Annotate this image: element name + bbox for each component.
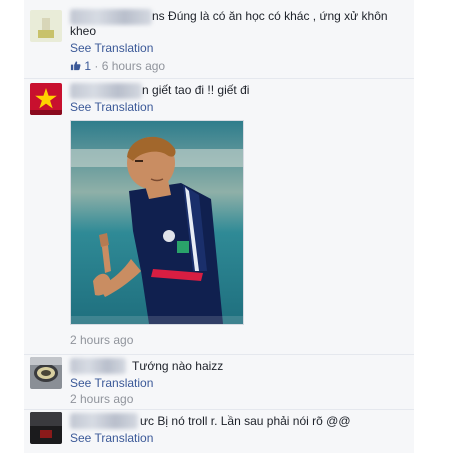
see-translation-link[interactable]: See Translation (70, 41, 153, 56)
comment-thread: ns Đúng là có ăn học có khác , ứng xử kh… (0, 0, 450, 453)
author-name-suffix[interactable]: ưc (140, 414, 154, 428)
timestamp: · 6 hours ago (94, 59, 166, 73)
comment-3: Tướng nào haizz See Translation 2 hours … (24, 355, 414, 410)
like-count[interactable]: 1 (84, 59, 91, 73)
comment-text-line2: kheo (70, 24, 97, 38)
thumbs-up-icon[interactable] (70, 59, 84, 73)
avatar[interactable] (30, 10, 62, 42)
comment-2: n giết tao đi !! giết đi See Translation (24, 79, 414, 355)
comment-text: n giết tao đi !! giết đi (142, 83, 250, 97)
comment-text: Tướng nào haizz (132, 359, 224, 373)
avatar[interactable] (30, 412, 62, 444)
comment-text: ns Đúng là có ăn học có khác , ứng xử kh… (152, 9, 388, 23)
comment-text: ưc Bị nó troll r. Lần sau phải nói rõ @@ (140, 414, 351, 428)
comment-1: ns Đúng là có ăn học có khác , ứng xử kh… (24, 0, 414, 79)
timestamp: 2 hours ago (70, 392, 134, 406)
timestamp: 2 hours ago (70, 333, 134, 347)
author-name-blurred[interactable] (70, 358, 126, 374)
comment-meta: 1 · 6 hours ago (70, 59, 165, 74)
comment-4: ưc Bị nó troll r. Lần sau phải nói rõ @@… (24, 410, 414, 453)
attached-photo[interactable] (70, 120, 244, 325)
see-translation-link[interactable]: See Translation (70, 376, 153, 391)
see-translation-link[interactable]: See Translation (70, 431, 153, 446)
avatar[interactable] (30, 83, 62, 115)
author-name-suffix[interactable]: ns (152, 9, 165, 23)
avatar[interactable] (30, 357, 62, 389)
see-translation-link[interactable]: See Translation (70, 100, 153, 115)
author-name-suffix[interactable]: n (142, 83, 149, 97)
